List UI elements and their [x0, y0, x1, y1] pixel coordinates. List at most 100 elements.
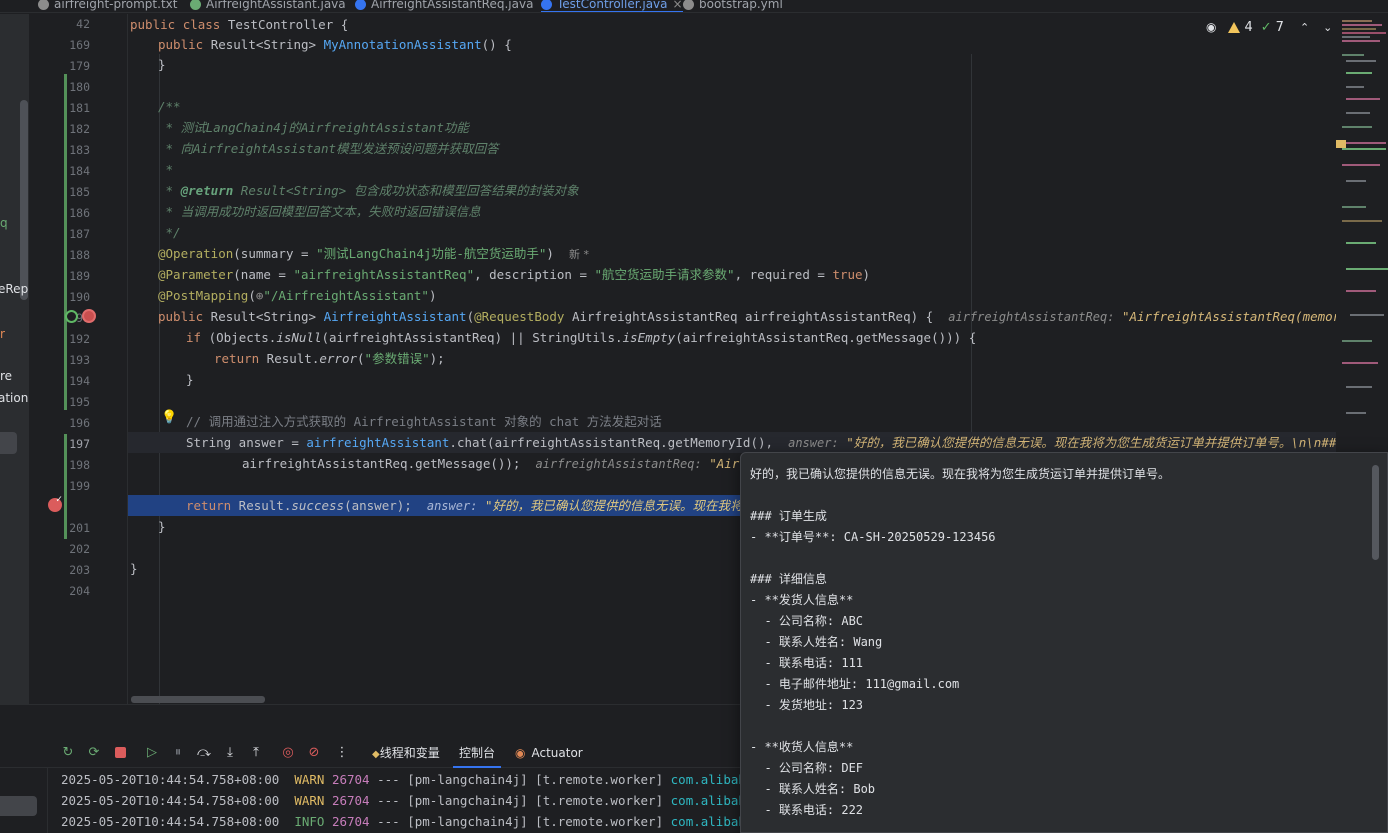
code-line[interactable]: /** — [158, 96, 1336, 117]
line-number: 187 — [69, 227, 90, 241]
console-selected-frame[interactable] — [0, 796, 37, 816]
code-line[interactable]: } — [186, 369, 1336, 390]
inspections-widget[interactable]: ◉ 4 ✓ 7 ⌃ ⌄ — [1206, 16, 1332, 38]
reader-mode-icon[interactable]: ◉ — [1206, 20, 1216, 34]
line-number: 191 — [69, 311, 90, 325]
popup-text-line: - **订单号**: CA-SH-20250529-123456 — [750, 530, 996, 544]
code-line[interactable]: * 测试LangChain4j的AirfreightAssistant功能 — [158, 117, 1336, 138]
line-number: 182 — [69, 122, 90, 136]
warning-count: 4 — [1244, 19, 1253, 35]
step-out-icon[interactable]: ⤒ — [248, 744, 264, 760]
tab-console[interactable]: 控制台 — [452, 738, 502, 768]
sticky-class-line[interactable]: public class TestController { — [130, 14, 1336, 35]
yaml-file-icon — [683, 0, 694, 10]
popup-scrollbar[interactable] — [1372, 465, 1379, 560]
project-item-fragment[interactable]: eRep — [0, 282, 28, 296]
editor-horizontal-scrollbar[interactable] — [131, 696, 265, 703]
code-line[interactable]: if (Objects.isNull(airfreightAssistantRe… — [186, 327, 1336, 348]
code-line[interactable]: @Parameter(name = "airfreightAssistantRe… — [158, 264, 1336, 285]
check-icon: ✓ — [1260, 19, 1272, 35]
debug-inlay: airfreightAssistantReq: — [948, 310, 1115, 324]
project-scrollbar[interactable] — [20, 100, 28, 300]
check-icon: ✓ — [56, 494, 63, 505]
rerun-icon[interactable]: ↻ — [60, 744, 76, 760]
code-line[interactable]: } — [158, 54, 1336, 75]
tab-test-controller[interactable]: TestController.java × — [541, 0, 683, 12]
popup-text-line: ### 订单生成 — [750, 509, 827, 523]
breakpoint-mapping-icon[interactable] — [82, 309, 96, 323]
debug-toolbar: ↻ ⟳ ▷ ⏸ ⤼ ⤓ ⤒ ◎ ⊘ ⋮ ◆线程和变量 控制台 ◉ Actuator — [0, 738, 740, 768]
endpoint-icon[interactable] — [65, 310, 78, 323]
code-line[interactable]: * @return Result<String> 包含成功状态和模型回答结果的封… — [158, 180, 1336, 201]
console-gutter — [0, 768, 48, 833]
code-line[interactable]: * — [158, 159, 1336, 180]
code-line[interactable]: // 调用通过注入方式获取的 AirfreightAssistant 对象的 c… — [186, 411, 1336, 432]
tab-bootstrap-yml[interactable]: bootstrap.yml — [683, 0, 783, 12]
console-line[interactable]: 2025-05-20T10:44:54.758+08:00 INFO 26704… — [61, 811, 740, 832]
lightbulb-icon[interactable]: 💡 — [161, 410, 177, 425]
rerun-debug-icon[interactable]: ⟳ — [86, 744, 102, 760]
step-over-icon[interactable]: ⤼ — [196, 744, 212, 760]
code-line[interactable]: public Result<String> AirfreightAssistan… — [158, 306, 1336, 327]
popup-text-line: - 联系人姓名: Wang — [750, 635, 883, 649]
popup-text-line: - 联系电话: 222 — [750, 803, 864, 817]
console-output[interactable]: 2025-05-20T10:44:54.758+08:00 WARN 26704… — [0, 768, 740, 833]
code-line[interactable]: return Result.error("参数错误"); — [214, 348, 1336, 369]
pause-icon[interactable]: ⏸ — [170, 744, 186, 760]
sticky-method-line[interactable]: public Result<String> MyAnnotationAssist… — [158, 34, 1336, 55]
project-item-fragment[interactable]: r — [0, 327, 5, 341]
author-hint: 新 * — [569, 248, 590, 261]
project-selected-item[interactable] — [0, 432, 17, 454]
value-tooltip-popup[interactable]: 好的，我已确认您提供的信息无误。现在我将为您生成货运订单并提供订单号。 ### … — [740, 452, 1388, 833]
popup-text-line: 好的，我已确认您提供的信息无误。现在我将为您生成货运订单并提供订单号。 — [750, 467, 1171, 481]
stop-icon[interactable] — [112, 744, 128, 760]
console-line[interactable]: 2025-05-20T10:44:54.758+08:00 WARN 26704… — [61, 790, 740, 811]
project-panel-edge: q eRep r re ation — [0, 14, 30, 704]
tab-airfreight-assistant-req[interactable]: AirfreightAssistantReq.java — [355, 0, 533, 12]
line-number: 204 — [69, 584, 90, 598]
chevron-down-icon[interactable]: ⌄ — [1323, 21, 1332, 34]
project-item-fragment[interactable]: q — [0, 216, 8, 230]
line-number: 196 — [69, 416, 90, 430]
code-line[interactable]: * 向AirfreightAssistant模型发送预设问题并获取回答 — [158, 138, 1336, 159]
project-item-fragment[interactable]: re — [0, 369, 12, 383]
line-number: 195 — [69, 395, 90, 409]
tab-threads-variables[interactable]: ◆线程和变量 — [372, 738, 440, 768]
popup-text-line: - 联系电话: 111 — [750, 656, 864, 670]
project-item-fragment[interactable]: ation — [0, 391, 28, 405]
line-number-current: 197 — [69, 437, 90, 451]
mute-breakpoints-icon[interactable]: ⊘ — [306, 744, 322, 760]
code-line-current[interactable]: String answer = airfreightAssistant.chat… — [128, 432, 1336, 453]
code-line[interactable]: */ — [158, 222, 1336, 243]
tab-airfreight-prompt[interactable]: airfreight-prompt.txt — [38, 0, 177, 12]
resume-icon[interactable]: ▷ — [144, 744, 160, 760]
threads-icon: ◆ — [372, 749, 380, 760]
code-line[interactable]: * 当调用成功时返回模型回答文本，失败时返回错误信息 — [158, 201, 1336, 222]
class-file-icon — [541, 0, 552, 10]
code-line[interactable]: @PostMapping(⊕"/AirfreightAssistant") — [158, 285, 1336, 306]
line-number: 179 — [69, 59, 90, 73]
line-number-gutter[interactable]: 42 169 179 180 181 182 183 184 185 186 1… — [30, 14, 128, 704]
popup-text-line: - 联系人姓名: Bob — [750, 782, 876, 796]
popup-text-line: ### 详细信息 — [750, 572, 827, 586]
line-number: 201 — [69, 521, 90, 535]
close-icon[interactable]: × — [673, 0, 683, 12]
line-number: 169 — [69, 38, 90, 52]
popup-text-line: - **收货人信息** — [750, 740, 854, 754]
chevron-up-icon[interactable]: ⌃ — [1300, 21, 1309, 34]
more-options-icon[interactable]: ⋮ — [334, 744, 350, 760]
warning-icon — [1228, 21, 1241, 33]
view-breakpoints-icon[interactable]: ◎ — [280, 744, 296, 760]
line-number: 193 — [69, 353, 90, 367]
code-line[interactable]: @Operation(summary = "测试LangChain4j功能-航空… — [158, 243, 1336, 264]
debug-inlay: answer: — [426, 499, 478, 513]
line-number: 190 — [69, 290, 90, 304]
line-number: 186 — [69, 206, 90, 220]
popup-text-line: - 发货地址: 123 — [750, 698, 864, 712]
text-file-icon — [38, 0, 49, 10]
tab-airfreight-assistant[interactable]: AirfreightAssistant.java — [190, 0, 346, 12]
editor-tab-bar: airfreight-prompt.txt AirfreightAssistan… — [0, 0, 1388, 13]
tab-actuator[interactable]: ◉ Actuator — [515, 738, 583, 768]
console-line[interactable]: 2025-05-20T10:44:54.758+08:00 WARN 26704… — [61, 769, 740, 790]
step-into-icon[interactable]: ⤓ — [222, 744, 238, 760]
